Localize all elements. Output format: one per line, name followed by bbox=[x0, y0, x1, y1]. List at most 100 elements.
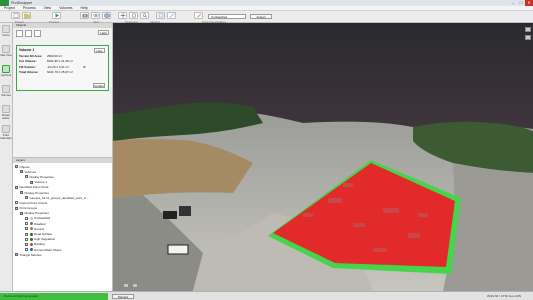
class-color-swatch bbox=[29, 222, 33, 226]
layer-label: Unclassified bbox=[34, 216, 51, 221]
section-icon[interactable] bbox=[167, 12, 176, 19]
window-title: Pix4Dmapper bbox=[11, 1, 33, 5]
layer-label: Display Properties bbox=[24, 190, 49, 195]
layer-label: Human Made Object bbox=[34, 247, 62, 252]
layer-label: Ground bbox=[34, 226, 45, 231]
layer-label: High Vegetation bbox=[34, 237, 56, 242]
toolbar: Project Process View Navigation Clipping… bbox=[0, 11, 533, 24]
sidebar-item-mosaic-editor[interactable]: Mosaic Editor bbox=[0, 103, 12, 123]
process-icon[interactable] bbox=[52, 12, 61, 19]
volume-card: Volume 1 Help Terrain 3D Area: 2500.00 m²… bbox=[16, 45, 109, 91]
point-cloud-scene[interactable] bbox=[113, 23, 533, 291]
layer-row[interactable]: ✓ Triangle Meshes bbox=[15, 252, 110, 257]
layer-label: Point Groups bbox=[19, 206, 38, 211]
coordinate-system: WGS 84 / UTM zone 33N bbox=[486, 294, 521, 298]
layer-checkbox[interactable]: ✓ bbox=[20, 170, 23, 174]
class-color-swatch bbox=[29, 227, 33, 231]
class-color-swatch bbox=[29, 232, 33, 236]
dismiss-button[interactable]: Dismiss bbox=[112, 294, 134, 299]
zoom-icon[interactable] bbox=[140, 12, 149, 19]
assign-button[interactable]: Assign bbox=[250, 14, 272, 19]
volumes-icon bbox=[2, 85, 10, 93]
rotate-icon[interactable] bbox=[129, 12, 138, 19]
processing-progress: Textured Mesh generated bbox=[0, 293, 108, 300]
objects-help-button[interactable]: Help bbox=[98, 30, 109, 35]
volume-row: Cut Volume: 6251.96 ± 41.46 m³ bbox=[19, 59, 73, 63]
objects-tools: Help bbox=[13, 28, 112, 39]
clip-icon[interactable] bbox=[156, 12, 165, 19]
layer-checkbox[interactable] bbox=[25, 248, 28, 252]
layer-label: Internal Point Clouds bbox=[19, 200, 48, 205]
layer-checkbox[interactable]: ✓ bbox=[20, 211, 23, 215]
menu-project[interactable]: Project bbox=[0, 6, 19, 10]
new-project-icon[interactable] bbox=[11, 12, 20, 19]
layer-checkbox[interactable]: ✓ bbox=[30, 180, 33, 184]
viewport-settings-icon[interactable] bbox=[525, 27, 531, 32]
compass-icon[interactable] bbox=[132, 283, 138, 288]
layer-tree: ✓ Objects ✓ Volumes ✓ Display Properties ✓ Volu… bbox=[13, 163, 112, 258]
eye-icon[interactable] bbox=[91, 12, 100, 19]
layer-checkbox[interactable] bbox=[25, 237, 28, 241]
index-icon bbox=[2, 125, 10, 133]
menu-view[interactable]: View bbox=[40, 6, 56, 10]
layer-label: Volume 1 bbox=[34, 180, 48, 185]
home-icon bbox=[2, 25, 10, 33]
export-volume-icon[interactable] bbox=[34, 30, 41, 37]
sidebar-item-index-calculator[interactable]: Index Calculator bbox=[0, 123, 12, 143]
raycloud-icon bbox=[2, 65, 10, 73]
sidebar-item-raycloud[interactable]: rayCloud bbox=[0, 63, 12, 83]
layer-label: Volumes bbox=[24, 169, 37, 174]
layer-label: Densified Point Cloud bbox=[19, 185, 49, 190]
volume-help-button[interactable]: Help bbox=[94, 48, 105, 53]
layer-label: Camera_04-11_group1_densified_point_cl..… bbox=[29, 195, 89, 200]
fill-settings-icon[interactable]: ⚙ bbox=[83, 65, 101, 69]
volume-name: Volume 1 bbox=[19, 48, 35, 52]
open-project-icon[interactable] bbox=[22, 12, 31, 19]
layer-checkbox[interactable] bbox=[25, 216, 28, 220]
volume-update-button[interactable]: Update bbox=[93, 83, 105, 88]
volume-row: Fill Volume: -10.20 ± 4.21 m³ ⚙ bbox=[19, 65, 106, 69]
move-icon[interactable] bbox=[118, 12, 127, 19]
layer-checkbox[interactable]: ✓ bbox=[15, 206, 18, 210]
sidebar-item-volumes[interactable]: Volumes bbox=[0, 83, 12, 103]
status-bar: Textured Mesh generated Dismiss WGS 84 /… bbox=[0, 291, 533, 300]
layer-checkbox[interactable]: ✓ bbox=[15, 165, 18, 169]
layer-label: Display Properties bbox=[29, 174, 54, 179]
layers-panel: Layers ✓ Objects ✓ Volumes ✓ Display Properti… bbox=[13, 157, 113, 291]
layer-checkbox[interactable] bbox=[15, 201, 18, 205]
viewport-side-tools bbox=[525, 27, 531, 40]
camera-icon[interactable] bbox=[80, 12, 89, 19]
menu-help[interactable]: Help bbox=[77, 6, 92, 10]
viewport-bottom-tools bbox=[123, 283, 138, 288]
viewport-layers-icon[interactable] bbox=[525, 35, 531, 40]
layer-label: Disabled bbox=[34, 221, 46, 226]
layer-checkbox[interactable]: ✓ bbox=[20, 191, 23, 195]
class-color-swatch bbox=[29, 216, 33, 220]
layer-checkbox[interactable] bbox=[25, 227, 28, 231]
layer-label: Triangle Meshes bbox=[19, 252, 42, 257]
new-volume-icon[interactable] bbox=[16, 30, 23, 37]
volume-row: Total Volume: 6241.76 ± 45.67 m³ bbox=[19, 70, 73, 74]
layer-checkbox[interactable]: ✓ bbox=[15, 253, 18, 257]
class-select[interactable]: Unclassified bbox=[208, 14, 246, 19]
layer-checkbox[interactable]: ✓ bbox=[25, 196, 28, 200]
menu-process[interactable]: Process bbox=[19, 6, 40, 10]
menu-volumes[interactable]: Volumes bbox=[55, 6, 76, 10]
volume-row: Terrain 3D Area: 2500.00 m² bbox=[19, 53, 63, 58]
map-icon bbox=[2, 45, 10, 53]
axis-icon[interactable] bbox=[123, 283, 129, 288]
layer-checkbox[interactable]: ✓ bbox=[15, 185, 18, 189]
sidebar-item-map-view[interactable]: Map View bbox=[0, 43, 12, 63]
edit-icon[interactable] bbox=[194, 12, 203, 19]
layer-checkbox[interactable] bbox=[25, 232, 28, 236]
cube-icon[interactable] bbox=[102, 12, 111, 19]
sidebar-item-home[interactable]: Home bbox=[0, 23, 12, 43]
3d-viewport[interactable] bbox=[113, 23, 533, 291]
layer-label: Display Properties bbox=[24, 211, 49, 216]
left-sidebar: Home Map View rayCloud Volumes Mosaic Ed… bbox=[0, 23, 13, 291]
layer-checkbox[interactable] bbox=[25, 242, 28, 246]
import-volume-icon[interactable] bbox=[25, 30, 32, 37]
layer-checkbox[interactable]: ✓ bbox=[25, 175, 28, 179]
layer-checkbox[interactable] bbox=[25, 222, 28, 226]
mosaic-icon bbox=[2, 105, 10, 113]
